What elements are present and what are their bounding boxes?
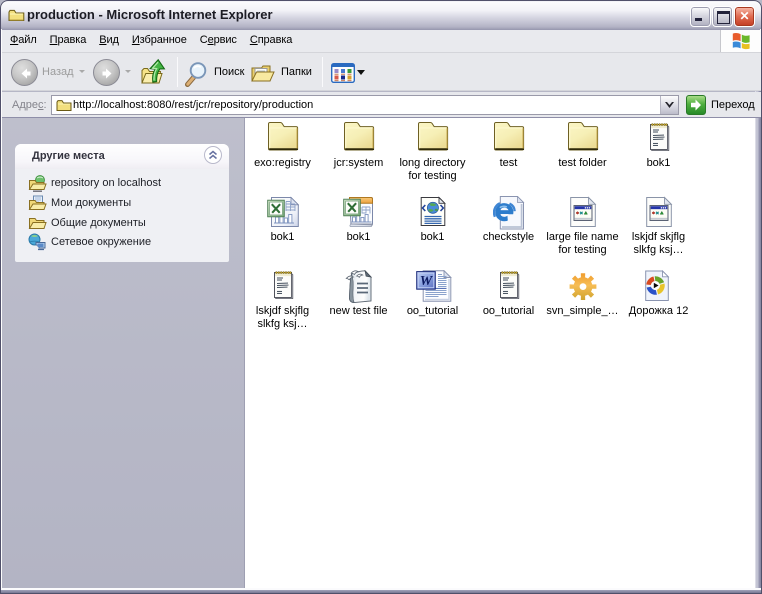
svg-text:W: W: [419, 274, 433, 289]
